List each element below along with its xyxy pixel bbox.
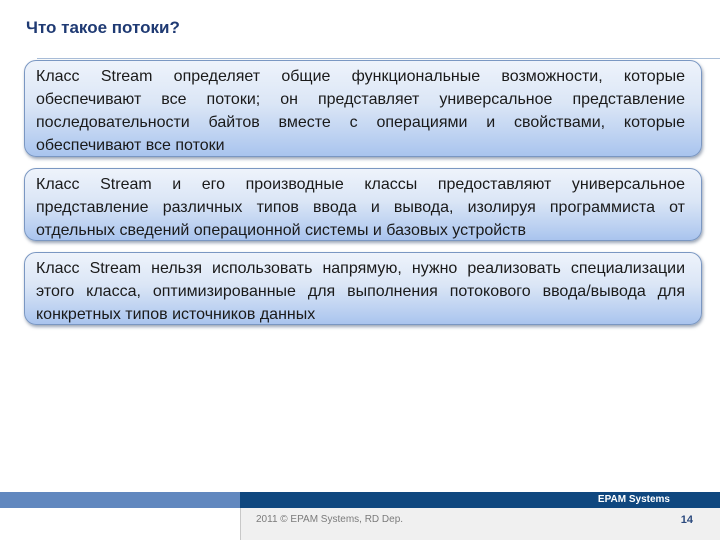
content-block-text: Класс Stream определяет общие функционал…	[36, 68, 685, 154]
page-number: 14	[680, 514, 693, 526]
footer-accent-bar	[0, 492, 240, 508]
title-divider	[37, 58, 720, 59]
slide-title: Что такое потоки?	[26, 18, 180, 37]
content-block-2: Класс Stream и его производные классы пр…	[24, 168, 702, 241]
content-block-3: Класс Stream нельзя использовать напряму…	[24, 252, 702, 325]
content-block-text: Класс Stream нельзя использовать напряму…	[36, 260, 685, 323]
content-block-text: Класс Stream и его производные классы пр…	[36, 176, 685, 239]
footer-brand: EPAM Systems	[597, 494, 670, 505]
footer-copyright: 2011 © EPAM Systems, RD Dep.	[256, 514, 404, 525]
content-block-1: Класс Stream определяет общие функционал…	[24, 60, 702, 157]
